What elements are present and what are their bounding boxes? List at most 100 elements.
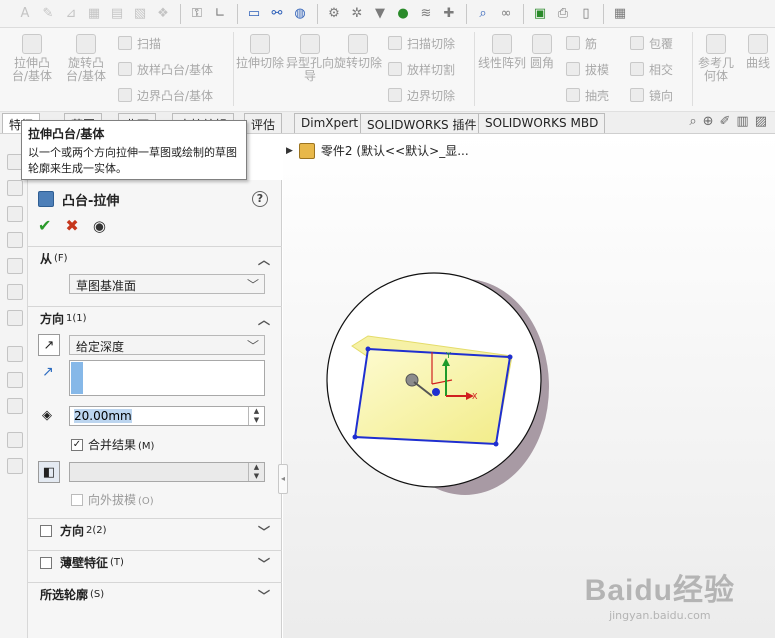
rib-button[interactable]: 筋 <box>566 34 597 52</box>
network-icon[interactable]: ⚯ <box>266 3 288 25</box>
view-orientation-icon[interactable]: ▨ <box>755 114 767 129</box>
intersect-button[interactable]: 相交 <box>630 60 673 78</box>
feature-tree-flyout[interactable]: ▶ 零件2 (默认<<默认>_显... <box>286 142 469 159</box>
expand-icon[interactable]: ﹀ <box>258 523 270 540</box>
panel-splitter-handle[interactable]: ◂ <box>278 464 288 494</box>
hole-wizard-button[interactable]: 异型孔向导 <box>286 34 334 83</box>
tab-solidworks-mbd[interactable]: SOLIDWORKS MBD <box>478 113 606 133</box>
help-icon[interactable]: ? <box>252 191 268 207</box>
hatch-icon[interactable]: ▧ <box>129 3 151 25</box>
gear-icon[interactable]: ⚙ <box>323 3 345 25</box>
tab-dimxpert[interactable]: DimXpert <box>294 113 366 133</box>
collapse-icon[interactable]: ︿ <box>258 311 270 328</box>
document-icon[interactable]: ▯ <box>575 3 597 25</box>
cancel-icon[interactable]: ✖ <box>65 216 78 235</box>
edit-icon[interactable]: ✎ <box>37 3 59 25</box>
thin-feature-checkbox[interactable] <box>40 556 52 569</box>
section-view-icon[interactable]: ▥ <box>736 114 748 129</box>
monitor-icon[interactable]: ▭ <box>243 3 265 25</box>
previous-view-icon[interactable]: ✐ <box>720 114 731 129</box>
section-direction1[interactable]: 方向 1(1) ︿ <box>28 306 282 330</box>
layer-manager-icon[interactable] <box>7 284 23 300</box>
expand-icon[interactable]: ﹀ <box>258 587 270 604</box>
curves-button[interactable]: 曲线 <box>740 34 775 70</box>
angle-icon[interactable]: ∟ <box>209 3 231 25</box>
section-selected-contours[interactable]: 所选轮廓 (S) ﹀ <box>28 582 282 606</box>
collapse-icon[interactable]: ︿ <box>258 251 270 268</box>
sketch-icon[interactable]: ⊿ <box>60 3 82 25</box>
boundary-cut-button[interactable]: 边界切除 <box>388 86 455 104</box>
from-select[interactable]: 草图基准面 ﹀ <box>69 274 265 294</box>
dimxpert-icon[interactable] <box>7 232 23 248</box>
copy-tool-icon[interactable] <box>7 432 23 448</box>
draft-angle-input[interactable]: ▲ ▼ <box>69 462 265 482</box>
paste-tool-icon[interactable] <box>7 458 23 474</box>
expand-icon[interactable]: ﹀ <box>258 555 270 572</box>
draft-outward-checkbox[interactable]: 向外拔模 (O) <box>71 491 154 508</box>
property-manager-icon[interactable] <box>7 180 23 196</box>
extrude-boss-button[interactable]: 拉伸凸台/基体 <box>8 34 56 83</box>
sketch-vertex[interactable] <box>352 434 358 440</box>
tab-solidworks-addins[interactable]: SOLIDWORKS 插件 <box>360 113 484 133</box>
globe-icon[interactable]: ◍ <box>289 3 311 25</box>
graphics-viewport[interactable]: Y X Baidu经验 jingyan.baidu.com <box>283 134 775 638</box>
layer-icon[interactable]: ▤ <box>106 3 128 25</box>
pattern-icon[interactable]: ❖ <box>152 3 174 25</box>
direction2-checkbox[interactable] <box>40 524 52 537</box>
linear-pattern-button[interactable]: 线性阵列 <box>478 34 526 70</box>
zoom-to-fit-icon[interactable]: ⌕ <box>689 114 696 129</box>
loft-cut-button[interactable]: 放样切割 <box>388 60 455 78</box>
print-icon[interactable]: ⎙ <box>552 3 574 25</box>
grid-icon[interactable]: ▦ <box>83 3 105 25</box>
search-icon[interactable]: ⌕ <box>472 3 494 25</box>
depth-spinner[interactable]: ▲ ▼ <box>248 407 264 425</box>
binoculars-icon[interactable]: ∞ <box>495 3 517 25</box>
sketch-tool-icon[interactable] <box>7 346 23 362</box>
revolve-cut-button[interactable]: 旋转切除 <box>334 34 382 70</box>
hopper-icon[interactable]: ▼ <box>369 3 391 25</box>
loft-boss-button[interactable]: 放样凸台/基体 <box>118 60 213 78</box>
sketch-vertex[interactable] <box>507 354 513 360</box>
tab-evaluate[interactable]: 评估 <box>244 113 283 133</box>
wrap-button[interactable]: 包覆 <box>630 34 673 52</box>
display-manager-icon[interactable] <box>7 258 23 274</box>
merge-result-checkbox[interactable]: ✓ 合并结果 (M) <box>71 436 154 453</box>
text-icon[interactable]: A <box>14 3 36 25</box>
configuration-icon[interactable] <box>7 206 23 222</box>
draft-button[interactable]: 拔模 <box>566 60 609 78</box>
end-condition-select[interactable]: 给定深度 ﹀ <box>69 335 265 355</box>
revolve-boss-button[interactable]: 旋转凸台/基体 <box>62 34 110 83</box>
boundary-boss-button[interactable]: 边界凸台/基体 <box>118 86 213 104</box>
pin-icon[interactable]: ● <box>392 3 414 25</box>
fillet-button[interactable]: 圆角 <box>520 34 564 70</box>
sketch-vertex[interactable] <box>365 346 371 352</box>
calendar-icon[interactable]: ▦ <box>609 3 631 25</box>
zoom-area-icon[interactable]: ⊕ <box>703 114 714 129</box>
appearance-icon[interactable] <box>7 310 23 326</box>
depth-input[interactable]: 20.00mm ▲ ▼ <box>69 406 265 426</box>
cross-icon[interactable]: ✚ <box>438 3 460 25</box>
ref-geometry-button[interactable]: 参考几何体 <box>694 34 738 83</box>
mirror-button[interactable]: 镜向 <box>630 86 673 104</box>
key-icon[interactable]: ⚿ <box>186 3 208 25</box>
section-thin-feature[interactable]: 薄壁特征 (T) ﹀ <box>28 550 282 574</box>
extrude-cut-button[interactable]: 拉伸切除 <box>236 34 284 70</box>
settings-icon[interactable]: ✲ <box>346 3 368 25</box>
edit-tool-icon[interactable] <box>7 372 23 388</box>
part-label[interactable]: 零件2 (默认<<默认>_显... <box>321 142 469 159</box>
draft-toggle-button[interactable]: ◧ <box>38 461 60 483</box>
ok-icon[interactable]: ✔ <box>38 216 51 235</box>
expand-arrow-icon[interactable]: ▶ <box>286 146 293 156</box>
excel-icon[interactable]: ▣ <box>529 3 551 25</box>
direction-selection-box[interactable] <box>69 360 265 396</box>
reverse-direction-button[interactable]: ↗ <box>38 334 60 356</box>
shell-button[interactable]: 抽壳 <box>566 86 609 104</box>
section-from[interactable]: 从 (F) ︿ <box>28 246 282 270</box>
section-direction2[interactable]: 方向 2(2) ﹀ <box>28 518 282 542</box>
draft-spinner[interactable]: ▲ ▼ <box>248 463 264 481</box>
view-tool-icon[interactable] <box>7 398 23 414</box>
sketch-vertex[interactable] <box>493 441 499 447</box>
sweep-button[interactable]: 扫描 <box>118 34 161 52</box>
sweep-cut-button[interactable]: 扫描切除 <box>388 34 455 52</box>
zigzag-icon[interactable]: ≋ <box>415 3 437 25</box>
